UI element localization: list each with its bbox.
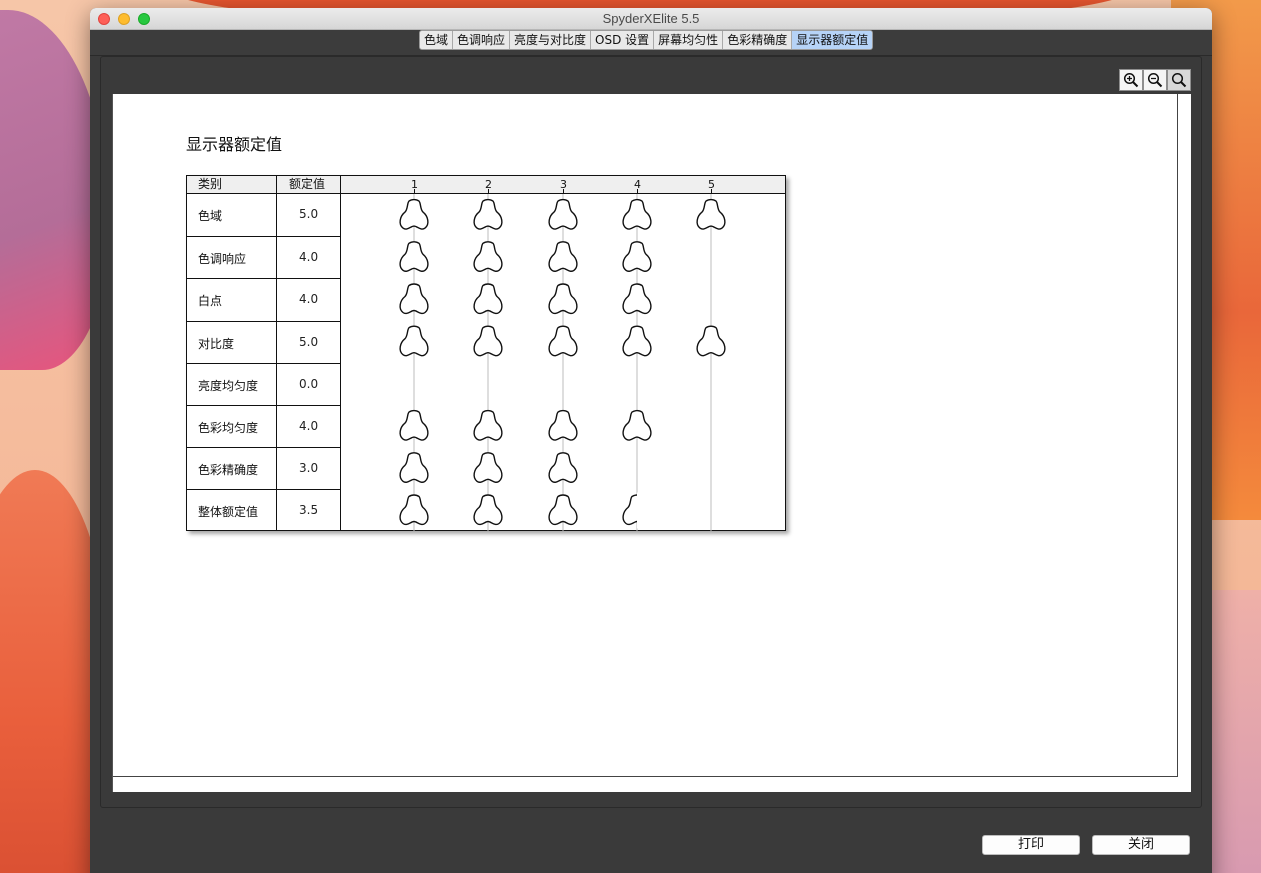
scale-tick-mark — [414, 189, 415, 194]
spyder-icon — [473, 283, 503, 315]
row-rating: 4.0 — [299, 419, 319, 434]
zoom-in-icon — [1123, 72, 1139, 88]
tab-item[interactable]: 色调响应 — [453, 31, 511, 49]
spyder-icon — [473, 198, 503, 230]
spyder-icon — [548, 325, 578, 357]
scale-tick-mark — [637, 189, 638, 194]
spyder-icon — [548, 452, 578, 483]
spyder-icon — [548, 198, 578, 230]
zoom-out-button[interactable] — [1143, 69, 1167, 91]
spyder-icon — [399, 325, 429, 357]
spyder-icon — [473, 452, 503, 483]
scale-tick-mark — [711, 189, 712, 194]
spyder-icon — [548, 494, 578, 526]
scale-tick-mark — [488, 189, 489, 194]
zoom-in-button[interactable] — [1119, 69, 1143, 91]
report-page[interactable]: 显示器额定值 类别 额定值 色域 5.0 色调响应 4.0 白点 4.0 对比度 5.0 亮度均… — [112, 94, 1191, 792]
row-category: 色域 — [198, 209, 223, 224]
row-category: 亮度均匀度 — [198, 378, 259, 393]
tab-item[interactable]: 显示器额定值 — [792, 31, 873, 49]
table-row: 白点 4.0 — [187, 278, 340, 320]
row-rating: 4.0 — [299, 250, 319, 265]
zoom-controls — [1119, 69, 1191, 91]
table-row: 色彩均匀度 4.0 — [187, 405, 340, 447]
ratings-table: 类别 额定值 色域 5.0 色调响应 4.0 白点 4.0 对比度 5.0 亮度均匀度 0.0 色彩… — [186, 175, 786, 531]
spyder-icon — [622, 325, 652, 357]
table-row: 对比度 5.0 — [187, 320, 340, 363]
spyder-icon — [399, 494, 429, 526]
rating-plot — [340, 194, 786, 531]
spyder-icon — [548, 241, 578, 272]
spyder-icon — [622, 409, 652, 441]
report-title: 显示器额定值 — [186, 135, 283, 154]
row-rating: 3.5 — [299, 503, 319, 518]
title-bar: SpyderXElite 5.5 — [90, 8, 1212, 30]
row-category: 整体额定值 — [198, 505, 259, 520]
row-category: 色调响应 — [198, 252, 247, 267]
spyder-icon — [399, 283, 429, 315]
table-row: 整体额定值 3.5 — [187, 489, 340, 531]
spyder-icon — [473, 241, 503, 272]
print-button[interactable]: 打印 — [982, 835, 1080, 855]
zoom-reset-button[interactable] — [1167, 69, 1191, 91]
row-category: 对比度 — [198, 336, 235, 351]
header-rating: 额定值 — [289, 177, 326, 191]
spyder-icon — [473, 494, 503, 526]
spyder-icon — [399, 241, 429, 272]
spyder-icon — [548, 283, 578, 315]
table-row: 色域 5.0 — [187, 194, 340, 236]
row-category: 白点 — [198, 294, 223, 309]
window-title: SpyderXElite 5.5 — [602, 11, 700, 26]
report-page-content: 显示器额定值 类别 额定值 色域 5.0 色调响应 4.0 白点 4.0 对比度 5.0 亮度均… — [113, 94, 1178, 777]
row-category: 色彩均匀度 — [198, 421, 259, 436]
tab-item[interactable]: OSD 设置 — [591, 31, 655, 49]
tab-group: 色域 色调响应 亮度与对比度 OSD 设置 屏幕均匀性 色彩精确度 显示器额定值 — [419, 30, 874, 50]
spyder-icon — [473, 325, 503, 357]
spyder-icon — [696, 198, 726, 230]
spyder-icon — [696, 325, 726, 357]
close-button[interactable]: 关闭 — [1092, 835, 1190, 855]
spyder-icon — [622, 492, 669, 529]
app-window: SpyderXElite 5.5 色域 色调响应 亮度与对比度 OSD 设置 屏幕均匀性… — [90, 8, 1212, 873]
spyder-icon — [399, 409, 429, 441]
header-category: 类别 — [198, 177, 223, 191]
tab-item[interactable]: 屏幕均匀性 — [654, 31, 724, 49]
table-row: 亮度均匀度 0.0 — [187, 362, 340, 405]
rating-plot-svg — [399, 194, 726, 531]
zoom-reset-icon — [1171, 72, 1187, 88]
table-row: 色彩精确度 3.0 — [187, 447, 340, 489]
spyder-icon — [622, 198, 652, 230]
report-panel: 显示器额定值 类别 额定值 色域 5.0 色调响应 4.0 白点 4.0 对比度 5.0 亮度均… — [100, 56, 1202, 808]
tab-item[interactable]: 亮度与对比度 — [510, 31, 592, 49]
row-rating: 5.0 — [299, 334, 319, 349]
row-rating: 0.0 — [299, 376, 319, 391]
spyder-icon — [622, 241, 652, 272]
row-rating: 4.0 — [299, 292, 319, 307]
spyder-icon — [548, 409, 578, 441]
spyder-icon — [473, 409, 503, 441]
tab-bar: 色域 色调响应 亮度与对比度 OSD 设置 屏幕均匀性 色彩精确度 显示器额定值 — [90, 30, 1212, 56]
zoom-out-icon — [1147, 72, 1163, 88]
spyder-icon — [399, 452, 429, 483]
spyder-icon — [622, 283, 652, 315]
table-row: 色调响应 4.0 — [187, 236, 340, 278]
tab-item[interactable]: 色彩精确度 — [723, 31, 793, 49]
row-rating: 5.0 — [299, 207, 319, 222]
scale-tick-mark — [563, 189, 564, 194]
spyder-icon — [399, 198, 429, 230]
tab-item[interactable]: 色域 — [420, 31, 454, 49]
row-category: 色彩精确度 — [198, 463, 259, 478]
row-rating: 3.0 — [299, 461, 319, 476]
